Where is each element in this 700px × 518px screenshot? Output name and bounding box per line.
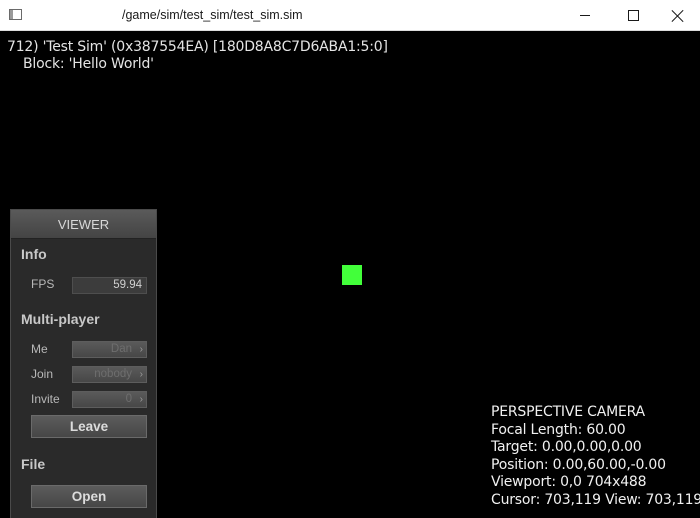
join-dropdown[interactable]: nobody › [72,366,147,383]
maximize-icon [627,10,639,21]
camera-focal-length: Focal Length: 60.00 [491,421,626,438]
minimize-icon [580,15,590,16]
camera-cursor: Cursor: 703,119 View: 703,119 [491,491,700,508]
leave-button[interactable]: Leave [31,415,147,438]
fps-label: FPS [31,277,55,291]
join-dropdown-value: nobody [94,368,132,380]
info-section-title: Info [21,246,47,262]
camera-target: Target: 0.00,0.00,0.00 [491,439,642,455]
camera-title: PERSPECTIVE CAMERA [491,404,645,420]
minimize-button[interactable] [562,0,608,31]
open-button[interactable]: Open [31,485,147,508]
camera-position: Position: 0.00,60.00,-0.00 [491,456,666,473]
chevron-right-icon: › [139,369,143,380]
me-dropdown[interactable]: Dan › [72,341,147,358]
window-title: /game/sim/test_sim/test_sim.sim [122,8,303,22]
viewer-panel: VIEWER Info FPS 59.94 Multi-player Me Da… [10,209,157,518]
debug-sim-info: 712) 'Test Sim' (0x387554EA) [180D8A8C7D… [7,39,388,55]
close-icon [672,10,684,22]
invite-label: Invite [31,392,60,406]
chevron-right-icon: › [139,344,143,355]
sim-viewport[interactable]: 712) 'Test Sim' (0x387554EA) [180D8A8C7D… [0,32,700,518]
camera-viewport: Viewport: 0,0 704x488 [491,474,647,490]
scene-block[interactable] [342,265,362,285]
debug-block-info: Block: 'Hello World' [23,56,154,72]
multiplayer-section-title: Multi-player [21,311,100,327]
viewer-panel-header[interactable]: VIEWER [11,210,156,239]
close-button[interactable] [655,0,700,31]
invite-dropdown-value: 0 [125,393,132,405]
invite-dropdown[interactable]: 0 › [72,391,147,408]
file-section-title: File [21,456,46,472]
fps-value-field: 59.94 [72,277,147,294]
title-bar: /game/sim/test_sim/test_sim.sim [0,0,700,31]
me-dropdown-value: Dan [110,343,132,355]
maximize-button[interactable] [610,0,656,31]
chevron-right-icon: › [139,394,143,405]
window-icon [9,9,22,20]
me-label: Me [31,342,48,356]
join-label: Join [31,367,54,381]
camera-info: PERSPECTIVE CAMERA Focal Length: 60.00 T… [491,404,700,509]
